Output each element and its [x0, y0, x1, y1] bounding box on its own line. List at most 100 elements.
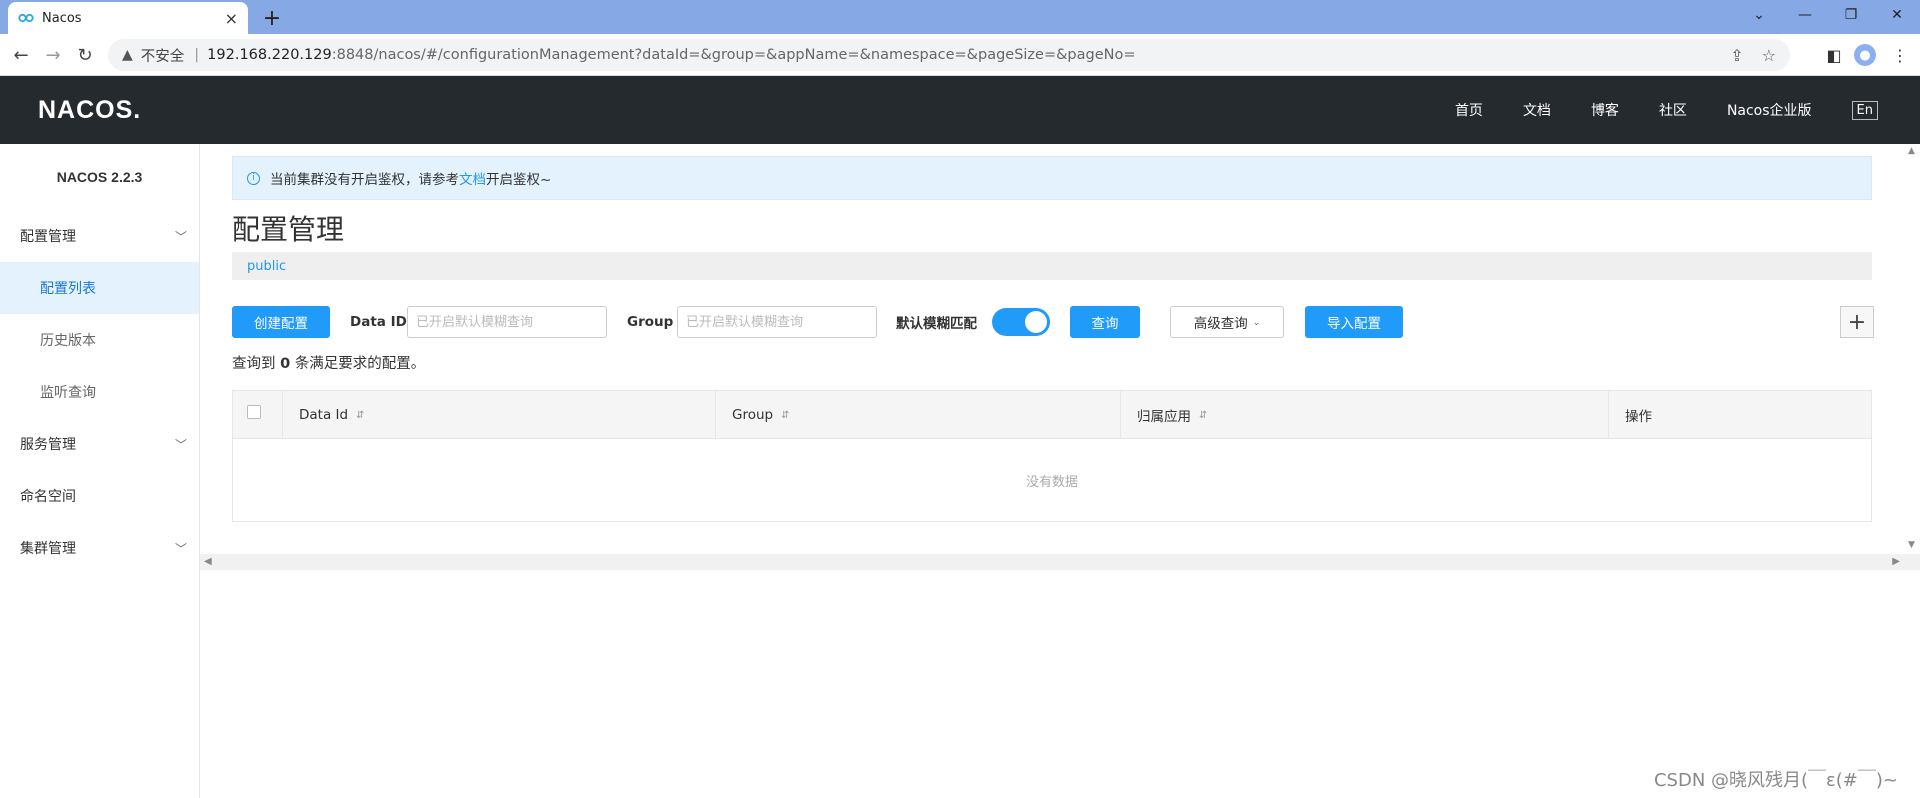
tab-close-icon[interactable]: × — [225, 9, 238, 28]
advanced-search-label: 高级查询 — [1193, 316, 1248, 331]
top-nav: 首页 文档 博客 社区 Nacos企业版 En — [1415, 76, 1878, 144]
address-bar[interactable]: ▲ 不安全 | 192.168.220.129 :8848/nacos/#/co… — [108, 39, 1790, 71]
empty-state: 没有数据 — [1025, 474, 1078, 490]
filter-bar: 创建配置 Data ID Group 默认模糊匹配 查询 高级查询 ⌄ 导入配置… — [232, 306, 1874, 340]
sidebar: NACOS 2.2.3 配置管理 ﹀ 配置列表 历史版本 监听查询 服务管理 ﹀… — [0, 144, 200, 798]
select-all-checkbox[interactable] — [247, 405, 261, 419]
column-label: 归属应用 — [1137, 409, 1191, 425]
restore-icon[interactable]: ❐ — [1828, 0, 1874, 30]
notice-prefix: 当前集群没有开启鉴权，请参考 — [270, 172, 459, 188]
notice-suffix: 开启鉴权~ — [486, 172, 552, 188]
fuzzy-match-label: 默认模糊匹配 — [896, 316, 977, 332]
app-header: NACOS. 首页 文档 博客 社区 Nacos企业版 En — [0, 76, 1920, 144]
fuzzy-match-toggle[interactable] — [992, 308, 1050, 336]
data-id-input[interactable] — [407, 306, 607, 338]
warning-icon: ▲ — [122, 47, 133, 63]
browser-tab[interactable]: Nacos × — [8, 2, 248, 34]
main-content: i 当前集群没有开启鉴权，请参考 文档 开启鉴权~ 配置管理 public 创建… — [200, 144, 1920, 798]
result-suffix: 条满足要求的配置。 — [294, 356, 426, 372]
result-prefix: 查询到 — [232, 356, 276, 372]
sidebar-group-label: 集群管理 — [20, 541, 76, 557]
menu-kebab-icon[interactable]: ⋮ — [1888, 44, 1912, 66]
tab-search-icon[interactable]: ⌄ — [1736, 0, 1782, 30]
close-window-icon[interactable]: ✕ — [1874, 0, 1920, 30]
version-label: NACOS 2.2.3 — [56, 169, 143, 185]
chevron-down-icon: ﹀ — [174, 437, 187, 452]
page-title: 配置管理 — [232, 213, 345, 246]
sidebar-item-history[interactable]: 历史版本 — [0, 314, 199, 366]
profile-avatar-icon[interactable]: ● — [1854, 44, 1876, 66]
insecure-label: 不安全 — [140, 48, 185, 65]
nav-home[interactable]: 首页 — [1455, 100, 1483, 120]
sidebar-item-config-list[interactable]: 配置列表 — [0, 262, 199, 314]
watermark: CSDN @晓风残月(￣ε(#￣)~ — [1653, 770, 1898, 791]
select-all-cell — [233, 391, 283, 439]
result-count: 查询到 0 条满足要求的配置。 — [232, 352, 425, 373]
nav-enterprise[interactable]: Nacos企业版 — [1727, 100, 1812, 120]
bookmark-star-icon[interactable]: ☆ — [1762, 46, 1776, 65]
window-controls: ⌄ — ❐ ✕ — [1736, 0, 1920, 30]
column-label: Data Id — [299, 407, 349, 423]
nacos-logo[interactable]: NACOS. — [38, 96, 141, 125]
back-icon[interactable]: ← — [10, 44, 32, 66]
tab-title: Nacos — [42, 10, 82, 26]
chevron-down-icon: ⌄ — [1252, 316, 1261, 327]
sort-icon[interactable]: ⇵ — [1199, 410, 1207, 421]
forward-icon[interactable]: → — [42, 44, 64, 66]
vertical-scrollbar[interactable]: ▲ ▼ — [1904, 144, 1920, 564]
namespace-public[interactable]: public — [247, 259, 286, 274]
nav-docs[interactable]: 文档 — [1523, 100, 1551, 120]
column-label: 操作 — [1625, 409, 1652, 425]
sidebar-group-service[interactable]: 服务管理 ﹀ — [0, 418, 199, 470]
scroll-right-icon[interactable]: ▶ — [1892, 556, 1900, 567]
search-button[interactable]: 查询 — [1070, 306, 1140, 338]
sidebar-group-label: 配置管理 — [20, 229, 76, 245]
reload-icon[interactable]: ↻ — [74, 44, 96, 66]
column-label: Group — [732, 407, 774, 423]
create-config-button[interactable]: 创建配置 — [232, 306, 330, 338]
sidebar-item-namespace[interactable]: 命名空间 — [0, 470, 199, 522]
sidebar-group-label: 命名空间 — [20, 489, 76, 505]
config-table: Data Id ⇵ Group ⇵ 归属应用 ⇵ 操作 没有数据 — [232, 390, 1872, 522]
scroll-up-icon[interactable]: ▲ — [1908, 146, 1915, 156]
nav-blog[interactable]: 博客 — [1591, 100, 1619, 120]
sort-icon[interactable]: ⇵ — [356, 410, 364, 421]
browser-tabstrip: Nacos × + ⌄ — ❐ ✕ — [0, 0, 1920, 34]
sidebar-group-label: 服务管理 — [20, 437, 76, 453]
minimize-icon[interactable]: — — [1782, 0, 1828, 30]
auth-notice: i 当前集群没有开启鉴权，请参考 文档 开启鉴权~ — [232, 156, 1872, 200]
horizontal-scrollbar[interactable]: ◀ ▶ — [200, 554, 1920, 570]
notice-doc-link[interactable]: 文档 — [459, 168, 486, 188]
language-switch[interactable]: En — [1851, 100, 1878, 120]
column-group[interactable]: Group ⇵ — [716, 391, 1121, 439]
advanced-search-button[interactable]: 高级查询 ⌄ — [1170, 306, 1284, 338]
sidebar-group-config[interactable]: 配置管理 ﹀ — [0, 210, 199, 262]
new-tab-button[interactable]: + — [258, 4, 286, 32]
sort-icon[interactable]: ⇵ — [781, 410, 789, 421]
chevron-down-icon: ﹀ — [174, 541, 187, 556]
nav-community[interactable]: 社区 — [1659, 100, 1687, 120]
scroll-down-icon[interactable]: ▼ — [1908, 540, 1915, 550]
separator: | — [194, 47, 200, 63]
sidebar-group-cluster[interactable]: 集群管理 ﹀ — [0, 522, 199, 574]
side-panel-icon[interactable]: ◧ — [1822, 44, 1846, 66]
plus-icon[interactable]: + — [1840, 306, 1874, 338]
import-config-button[interactable]: 导入配置 — [1305, 306, 1403, 338]
nacos-favicon-icon — [18, 10, 34, 26]
toggle-knob — [1025, 311, 1047, 333]
column-app[interactable]: 归属应用 ⇵ — [1121, 391, 1609, 439]
url-path: :8848/nacos/#/configurationManagement?da… — [331, 47, 1136, 63]
browser-toolbar: ← → ↻ ▲ 不安全 | 192.168.220.129 :8848/naco… — [0, 34, 1920, 76]
scroll-left-icon[interactable]: ◀ — [204, 556, 212, 567]
result-number: 0 — [280, 356, 291, 372]
info-icon: i — [247, 171, 260, 185]
share-icon[interactable]: ⇪ — [1730, 46, 1743, 65]
sidebar-item-listener[interactable]: 监听查询 — [0, 366, 199, 418]
column-data-id[interactable]: Data Id ⇵ — [283, 391, 716, 439]
group-input[interactable] — [677, 306, 877, 338]
url-host: 192.168.220.129 — [207, 47, 332, 63]
group-label: Group — [627, 314, 674, 330]
table-header: Data Id ⇵ Group ⇵ 归属应用 ⇵ 操作 — [233, 391, 1871, 439]
chevron-down-icon: ﹀ — [174, 229, 187, 244]
namespace-bar: public — [232, 252, 1872, 280]
